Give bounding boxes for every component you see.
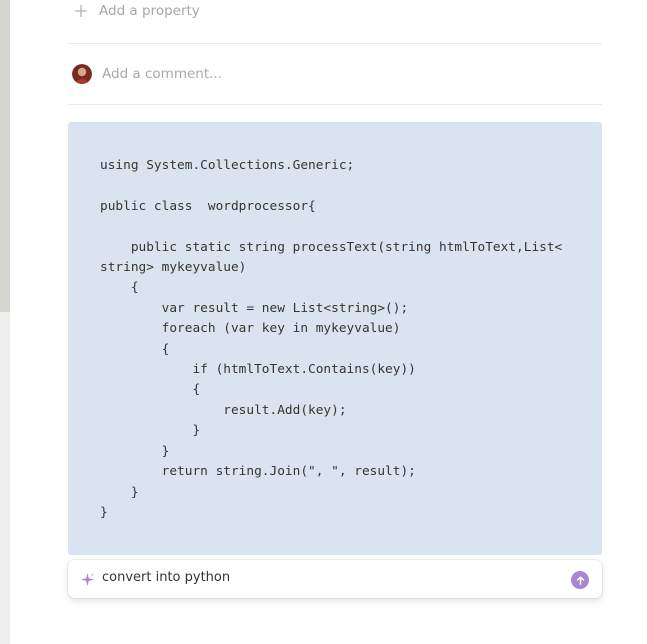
sidebar-edge <box>0 0 10 644</box>
code-line: var result = new List<string>(); <box>100 300 409 316</box>
divider <box>68 104 602 105</box>
code-line: public class wordprocessor{ <box>100 198 316 214</box>
code-line: foreach (var key in mykeyvalue) <box>100 321 401 337</box>
code-line: result.Add(key); <box>100 402 347 418</box>
send-button[interactable] <box>571 571 589 589</box>
code-line: } <box>100 423 201 439</box>
comment-input[interactable]: Add a comment... <box>102 66 222 82</box>
add-property-label: Add a property <box>99 3 200 19</box>
add-property-button[interactable]: Add a property <box>74 1 200 21</box>
code-line: } <box>100 443 170 459</box>
code-line: { <box>100 382 201 398</box>
code-line: using System.Collections.Generic; <box>100 158 355 173</box>
code-line: return string.Join(", ", result); <box>100 464 416 480</box>
divider <box>68 43 602 44</box>
sidebar-edge-shade <box>0 0 10 312</box>
code-block[interactable]: using System.Collections.Generic; public… <box>68 122 602 555</box>
code-line: string> mykeyvalue) <box>100 260 247 276</box>
code-line: { <box>100 341 170 357</box>
sparkle-icon <box>80 572 95 587</box>
code-line: { <box>100 280 139 296</box>
code-content[interactable]: using System.Collections.Generic; public… <box>100 156 562 523</box>
code-line: } <box>100 504 108 520</box>
comment-row: Add a comment... <box>72 64 222 84</box>
code-line: } <box>100 484 139 500</box>
code-line: if (htmlToText.Contains(key)) <box>100 362 416 378</box>
ai-prompt-bar: convert into python <box>68 560 602 598</box>
arrow-up-icon <box>576 575 584 585</box>
avatar <box>72 64 92 84</box>
code-line: public static string processText(string … <box>100 239 563 255</box>
plus-icon <box>75 5 87 17</box>
ai-prompt-input[interactable]: convert into python <box>102 570 230 585</box>
